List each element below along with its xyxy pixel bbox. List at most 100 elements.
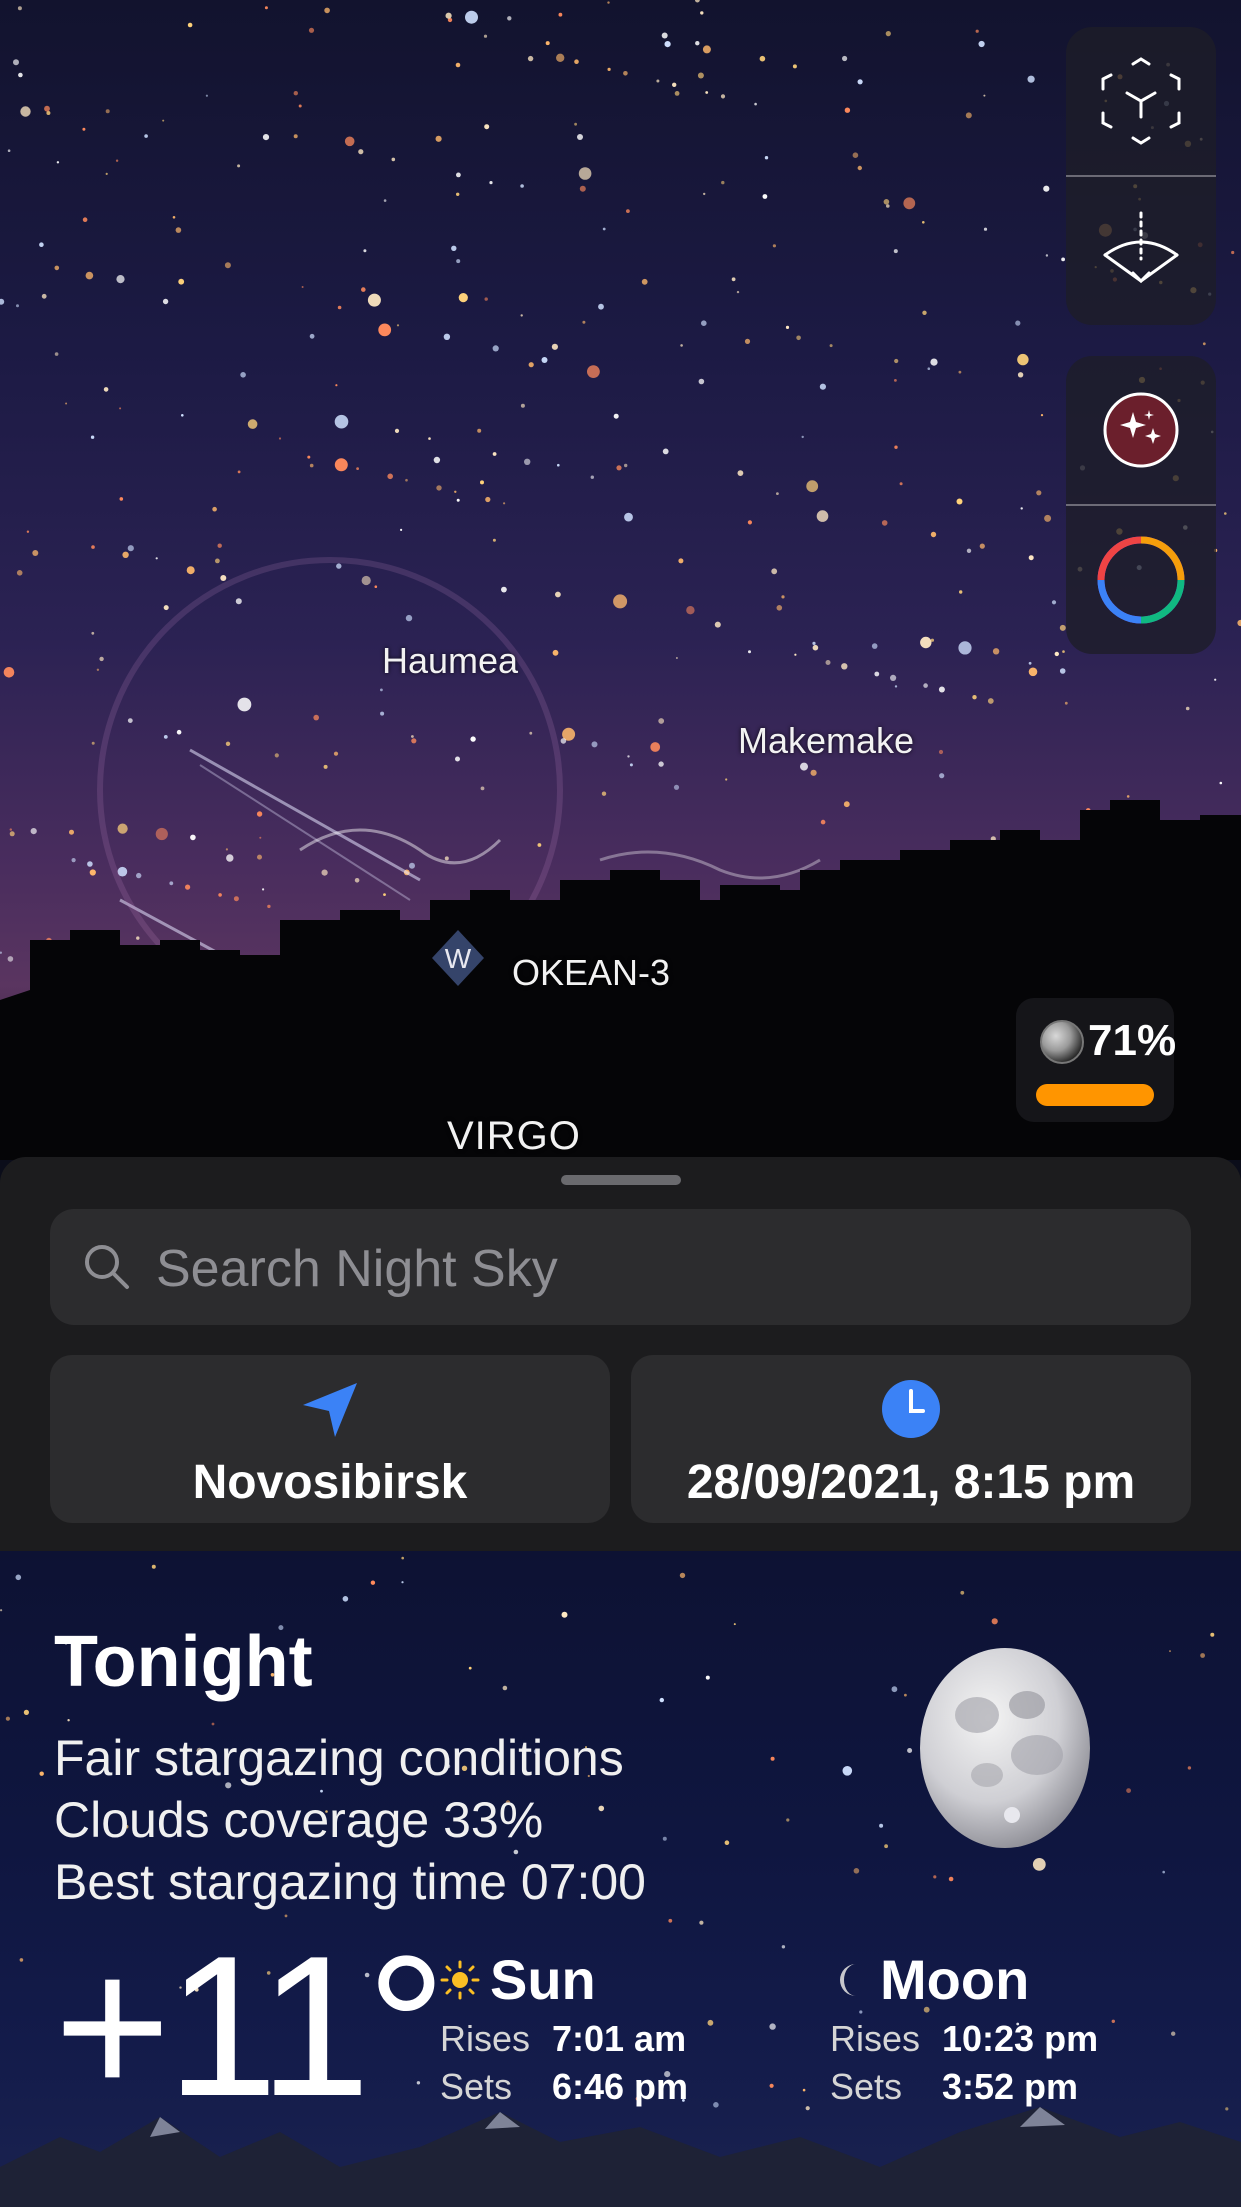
color-filter-button[interactable]	[1066, 506, 1216, 654]
star	[733, 1623, 736, 1626]
star	[39, 1771, 44, 1776]
condition-line: Fair stargazing conditions	[54, 1730, 624, 1786]
star	[502, 1685, 508, 1691]
star	[668, 1918, 673, 1923]
planet-label-haumea[interactable]: Haumea	[382, 640, 518, 682]
satellite-label[interactable]: OKEAN-3	[512, 952, 670, 994]
moon-crescent-icon	[840, 1963, 856, 1996]
star	[468, 1666, 472, 1670]
star	[842, 1766, 853, 1776]
star	[151, 1564, 156, 1569]
satellite-badge-letter: W	[445, 943, 472, 974]
location-label: Novosibirsk	[192, 1456, 468, 1509]
ar-cube-icon	[1101, 57, 1181, 145]
view-controls	[1066, 27, 1216, 325]
star	[960, 1590, 965, 1595]
star	[401, 1581, 404, 1584]
condition-line: Clouds coverage 33%	[54, 1792, 544, 1848]
star	[1169, 1650, 1171, 1653]
tonight-panel[interactable]: Tonight Fair stargazing conditions Cloud…	[0, 1551, 1241, 2207]
tonight-title: Tonight	[54, 1622, 313, 1702]
star	[707, 2019, 714, 2026]
sun-icon	[440, 1960, 480, 1999]
constellation-label[interactable]: VIRGO	[447, 1114, 581, 1159]
sun-rises-time: 7:01 am	[552, 2018, 687, 2059]
star	[879, 1823, 884, 1828]
datetime-label: 28/09/2021, 8:15 pm	[686, 1456, 1136, 1509]
datetime-button[interactable]: 28/09/2021, 8:15 pm	[631, 1355, 1191, 1523]
bottom-sheet: Search Night Sky Novosibirsk 28/09/2021,…	[0, 1157, 1241, 1551]
star	[679, 1572, 686, 1579]
location-button[interactable]: Novosibirsk	[50, 1355, 610, 1523]
ar-mode-button[interactable]	[1066, 27, 1216, 175]
star	[67, 1719, 70, 1722]
star	[991, 1618, 998, 1625]
star	[769, 2023, 776, 2030]
planet-label-makemake[interactable]: Makemake	[738, 720, 914, 762]
star	[598, 1805, 605, 1812]
star	[802, 2088, 806, 2092]
star	[23, 1709, 29, 1715]
moon-rises-label: Rises	[830, 2018, 921, 2059]
star	[1210, 1632, 1215, 1637]
color-wheel-icon	[1097, 536, 1185, 624]
star	[662, 1836, 667, 1841]
moon-phase-indicator[interactable]: 71%	[1016, 998, 1177, 1122]
sky-objects-button[interactable]	[1066, 356, 1216, 504]
star	[891, 1686, 898, 1693]
star	[342, 1596, 349, 1602]
sun-info: Sun Rises 7:01 am Sets 6:46 pm	[440, 1947, 688, 2108]
sun-title: Sun	[490, 1948, 596, 2011]
star	[19, 1958, 24, 1962]
moon-rises-time: 10:23 pm	[942, 2018, 1099, 2059]
star	[561, 1611, 568, 1618]
star	[211, 1722, 215, 1726]
layer-controls	[1066, 356, 1216, 654]
star	[933, 1875, 937, 1879]
location-arrow-icon	[303, 1383, 357, 1437]
star	[659, 1697, 664, 1703]
star	[770, 1756, 775, 1761]
moon-title: Moon	[880, 1948, 1030, 2011]
search-input[interactable]: Search Night Sky	[50, 1209, 1191, 1325]
star	[1032, 1858, 1046, 1871]
clock-icon	[882, 1380, 940, 1438]
star	[948, 1876, 954, 1882]
star	[5, 1716, 10, 1721]
star	[1111, 2019, 1116, 2023]
satellite-badge-icon[interactable]: W	[428, 928, 488, 988]
star	[907, 1748, 913, 1753]
star	[724, 1840, 730, 1845]
star	[786, 1818, 790, 1822]
star	[769, 2083, 774, 2088]
star	[904, 1693, 907, 1697]
star	[1126, 1788, 1131, 1793]
moon-phase-icon	[1040, 1020, 1084, 1064]
stars-icon	[1103, 392, 1179, 468]
star	[1171, 2031, 1176, 2036]
star	[884, 1844, 888, 1849]
sun-rises-label: Rises	[440, 2018, 531, 2059]
search-icon	[85, 1245, 129, 1289]
moon-phase-bar	[1036, 1084, 1154, 1106]
horizon-view-icon	[1103, 211, 1179, 284]
star	[705, 1675, 710, 1680]
mountain-silhouette	[0, 2107, 1241, 2207]
search-placeholder: Search Night Sky	[156, 1240, 558, 1298]
star	[1187, 1766, 1192, 1770]
star	[1200, 1653, 1205, 1658]
sky-view[interactable]: Haumea Makemake W OKEAN-3 VIRGO 71%	[0, 0, 1241, 1160]
star	[401, 1556, 405, 1560]
star	[699, 1920, 704, 1925]
star	[781, 1945, 786, 1949]
star	[370, 1580, 376, 1585]
star	[853, 1868, 860, 1874]
moon-info: Moon Rises 10:23 pm Sets 3:52 pm	[830, 1947, 1098, 2108]
condition-line: Best stargazing time 07:00	[54, 1854, 646, 1910]
sheet-grabber[interactable]	[561, 1175, 681, 1185]
moon-phase-percent: 71%	[1088, 1016, 1177, 1065]
star	[15, 1574, 22, 1581]
horizon-view-button[interactable]	[1066, 177, 1216, 325]
star	[1162, 1870, 1165, 1874]
moon-image	[920, 1648, 1090, 1848]
